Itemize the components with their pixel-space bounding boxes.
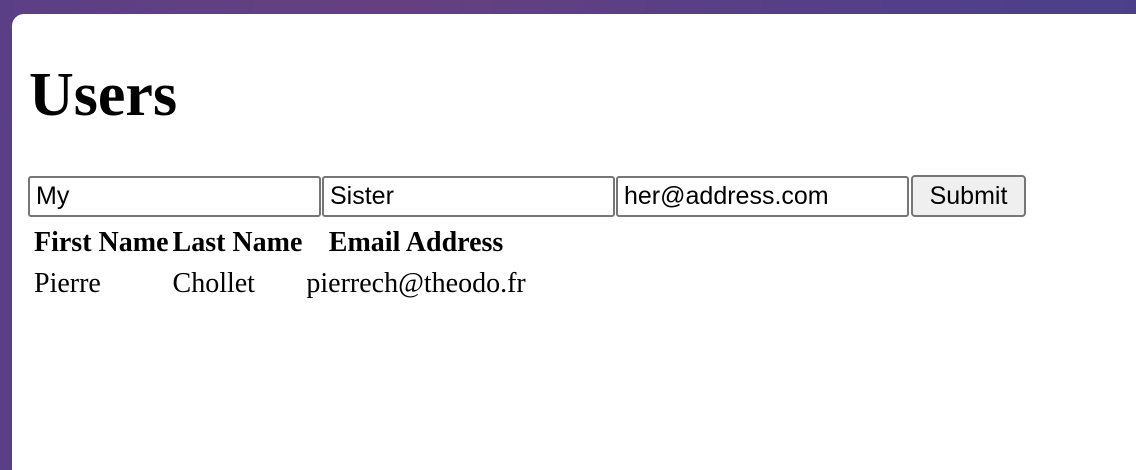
- cell-first-name: Pierre: [34, 268, 101, 299]
- users-table: First Name Last Name Email Address Pierr…: [30, 221, 530, 307]
- page-title: Users: [29, 61, 178, 129]
- last-name-input[interactable]: [322, 175, 615, 217]
- table-header-row: First Name Last Name Email Address: [34, 225, 526, 261]
- column-header-last-name: Last Name: [172, 227, 303, 258]
- cell-email: pierrech@theodo.fr: [306, 268, 526, 299]
- add-user-form: Submit: [28, 175, 1026, 217]
- first-name-input[interactable]: [28, 175, 321, 217]
- browser-window: Users Submit First Name Last Name Email …: [12, 14, 1136, 470]
- cell-last-name: Chollet: [172, 268, 255, 299]
- email-input[interactable]: [616, 175, 909, 217]
- column-header-email: Email Address: [328, 227, 504, 258]
- table-row: Pierre Chollet pierrech@theodo.fr: [34, 265, 526, 303]
- column-header-first-name: First Name: [34, 227, 169, 258]
- submit-button[interactable]: Submit: [911, 175, 1026, 217]
